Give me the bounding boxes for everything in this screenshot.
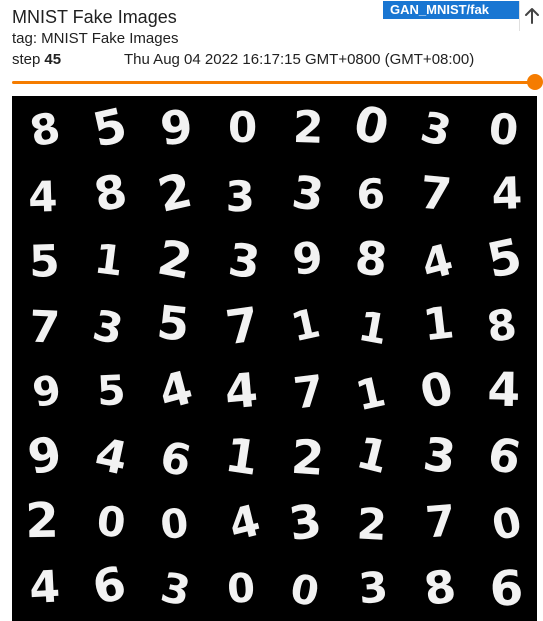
arrow-up-icon <box>524 8 539 24</box>
generated-digit: 4 <box>224 496 265 552</box>
generated-digit: 3 <box>286 493 325 551</box>
slider-thumb[interactable] <box>527 74 543 90</box>
generated-digit: 0 <box>349 96 394 157</box>
step-label: step <box>12 51 41 68</box>
timestamp: Thu Aug 04 2022 16:17:15 GMT+0800 (GMT+0… <box>124 51 475 68</box>
generated-digit: 0 <box>487 104 521 155</box>
generated-digit: 2 <box>355 499 387 550</box>
generated-digit: 5 <box>154 295 192 352</box>
generated-digit: 9 <box>29 367 64 417</box>
generated-digit: 0 <box>95 497 128 547</box>
generated-digit: 3 <box>289 165 327 222</box>
card-title: MNIST Fake Images <box>12 7 177 27</box>
generated-digit: 3 <box>89 300 128 354</box>
generated-digit: 4 <box>153 360 198 420</box>
generated-digit: 1 <box>287 300 324 351</box>
generated-digit: 2 <box>292 102 324 154</box>
generated-digit: 2 <box>289 430 326 487</box>
generated-digit: 8 <box>26 103 64 157</box>
generated-digit: 4 <box>223 363 260 421</box>
generated-digit: 8 <box>484 299 520 352</box>
generated-digit: 1 <box>351 427 393 484</box>
image-card: MNIST Fake Images GAN_MNIST/fak tag: MNI… <box>0 0 543 621</box>
pin-button[interactable] <box>519 1 543 31</box>
generated-digit: 9 <box>23 426 66 486</box>
generated-digit: 0 <box>158 500 190 548</box>
generated-digit: 4 <box>28 172 59 222</box>
generated-digit: 5 <box>482 228 527 290</box>
generated-digit: 3 <box>157 563 195 616</box>
generated-digit: 0 <box>415 360 458 419</box>
digit-grid: 8 5 9 0 2 0 3 04 8 2 3 3 6 7 45 1 2 3 9 8 4 57 3 5 7 1 1 1 89 5 4 4 7 1 0 4… <box>23 96 527 618</box>
generated-image: 8590203048233674512398457357111895447104… <box>12 96 537 621</box>
generated-digit: 3 <box>416 102 456 157</box>
generated-digit: 4 <box>91 427 133 485</box>
generated-digit: 5 <box>96 366 127 415</box>
run-name-badge: GAN_MNIST/fak <box>383 1 519 19</box>
generated-digit: 7 <box>424 496 458 548</box>
step-info: step 45 Thu Aug 04 2022 16:17:15 GMT+0800… <box>12 51 537 69</box>
generated-digit: 2 <box>153 163 197 224</box>
generated-digit: 8 <box>353 230 390 287</box>
step-slider[interactable] <box>12 74 543 90</box>
generated-digit: 5 <box>28 236 60 288</box>
generated-digit: 4 <box>487 362 521 418</box>
generated-digit: 1 <box>92 234 126 285</box>
generated-digit: 1 <box>420 297 456 351</box>
generated-digit: 4 <box>28 561 61 613</box>
step-value: 45 <box>44 51 62 68</box>
generated-digit: 2 <box>153 229 196 290</box>
generated-digit: 3 <box>357 562 390 613</box>
generated-digit: 1 <box>355 302 392 354</box>
generated-digit: 6 <box>356 170 386 219</box>
generated-digit: 8 <box>421 559 459 616</box>
generated-digit: 6 <box>483 426 525 485</box>
tag-label: tag: MNIST Fake Images <box>12 30 179 47</box>
generated-digit: 7 <box>291 366 327 419</box>
generated-digit: 9 <box>290 233 324 286</box>
generated-digit: 6 <box>488 560 525 618</box>
generated-digit: 0 <box>488 497 526 550</box>
generated-digit: 1 <box>351 367 389 420</box>
generated-digit: 3 <box>420 427 459 485</box>
generated-digit: 0 <box>287 566 323 616</box>
generated-digit: 1 <box>221 428 262 487</box>
generated-digit: 9 <box>158 99 196 156</box>
generated-digit: 3 <box>225 233 263 290</box>
generated-digit: 4 <box>491 168 523 220</box>
slider-track <box>12 81 535 84</box>
generated-digit: 8 <box>90 163 131 222</box>
generated-digit: 6 <box>87 555 131 615</box>
generated-digit: 4 <box>417 235 459 291</box>
generated-digit: 2 <box>25 493 59 550</box>
generated-digit: 5 <box>88 98 132 159</box>
generated-digit: 7 <box>28 302 61 354</box>
generated-digit: 3 <box>225 172 255 221</box>
generated-digit: 6 <box>156 432 195 487</box>
generated-digit: 7 <box>222 297 262 356</box>
generated-digit: 0 <box>226 565 256 613</box>
generated-digit: 0 <box>228 103 257 152</box>
generated-digit: 7 <box>418 166 454 222</box>
